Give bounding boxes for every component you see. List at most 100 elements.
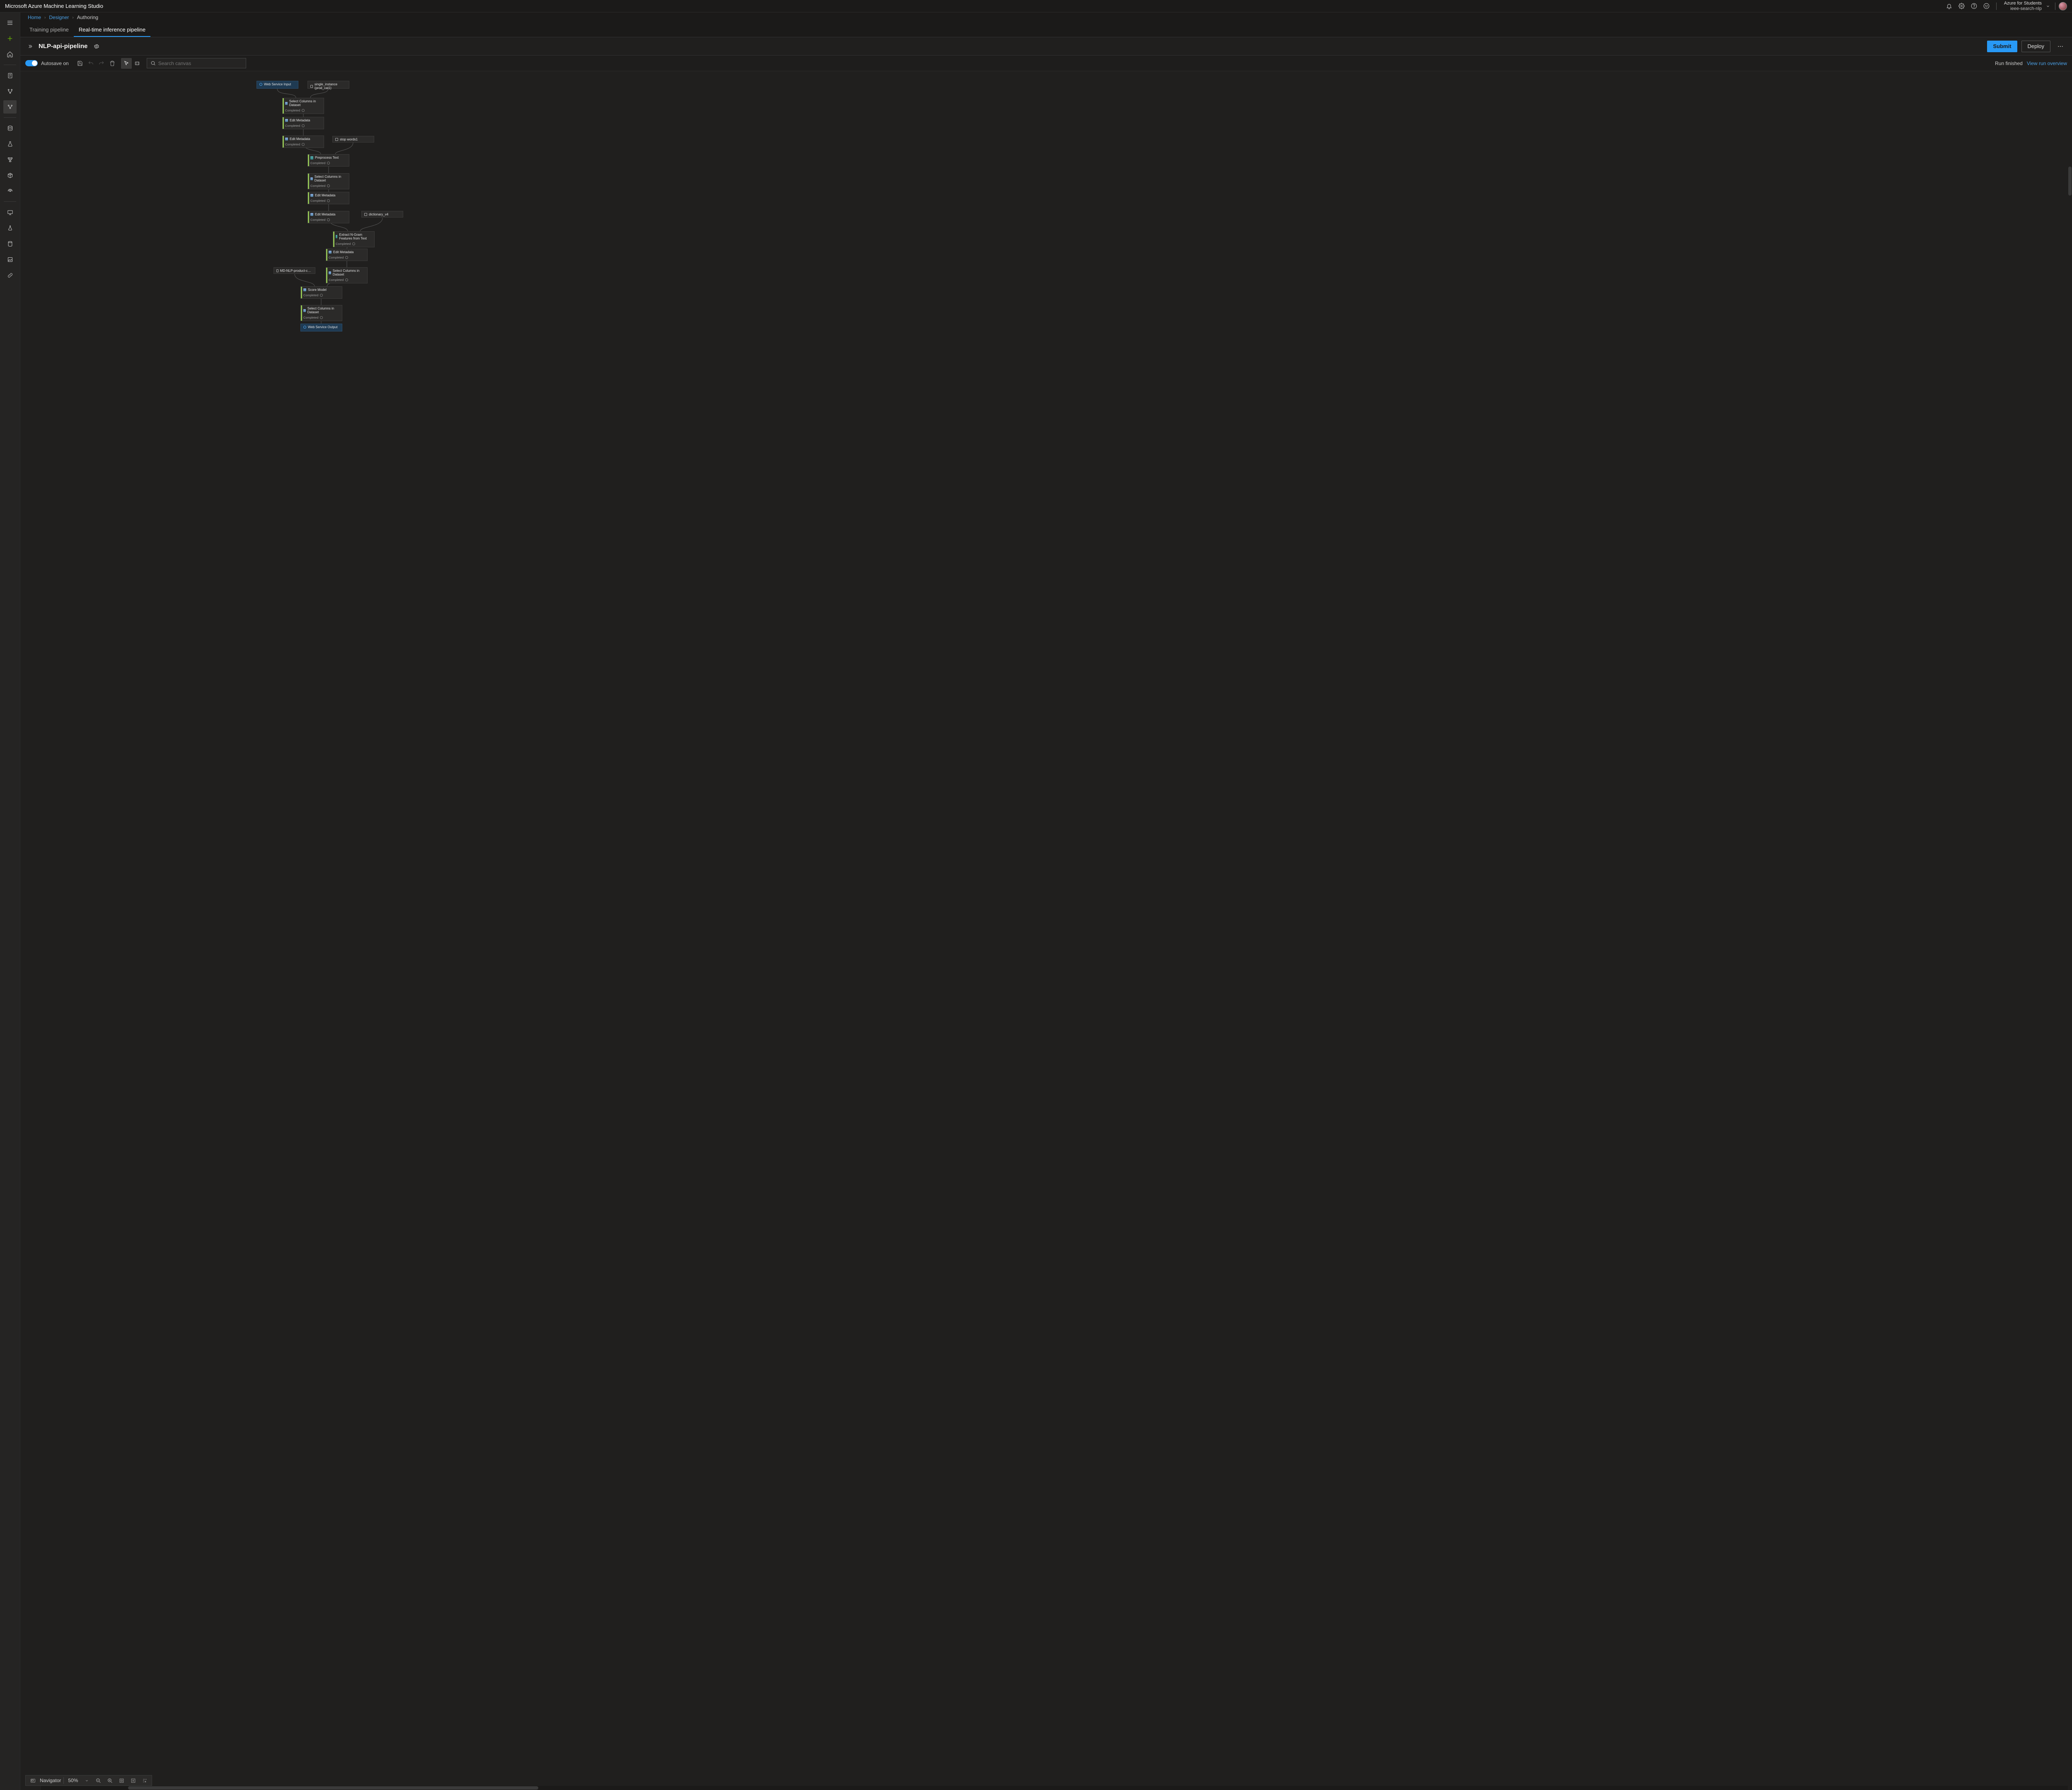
module-icon <box>285 102 288 105</box>
navigator-label: Navigator <box>40 1778 61 1783</box>
clock-icon <box>345 278 348 281</box>
view-run-overview-link[interactable]: View run overview <box>2027 60 2067 66</box>
node-dictionary[interactable]: dictionary_v4 <box>361 211 403 218</box>
clock-icon <box>327 162 330 164</box>
submit-button[interactable]: Submit <box>1987 41 2017 52</box>
delete-icon[interactable] <box>107 58 118 69</box>
file-icon <box>335 138 338 141</box>
clock-icon <box>302 124 305 127</box>
node-md-model[interactable]: MD-NLP-product-cat-pipeline-Train_Mo... <box>274 267 315 274</box>
search-input[interactable] <box>158 60 242 66</box>
navigator-icon[interactable] <box>28 1776 37 1785</box>
designer-icon[interactable] <box>3 100 17 114</box>
avatar[interactable] <box>2059 2 2067 10</box>
vertical-scrollbar[interactable] <box>2068 71 2072 1786</box>
actual-size-icon[interactable] <box>128 1776 138 1785</box>
zoom-chevron-icon[interactable] <box>82 1776 91 1785</box>
globe-icon <box>303 326 306 329</box>
settings-icon[interactable] <box>1956 0 1968 12</box>
node-select-columns-2[interactable]: Select Columns in Dataset Completed <box>307 173 349 189</box>
horizontal-scrollbar[interactable] <box>41 1786 2068 1790</box>
clock-icon <box>327 218 330 221</box>
node-edit-metadata-3[interactable]: Edit Metadata Completed <box>307 192 349 204</box>
node-score-model[interactable]: Score Model Completed <box>300 286 342 299</box>
more-actions-icon[interactable] <box>2055 41 2066 52</box>
endpoints-icon[interactable] <box>3 184 17 198</box>
save-icon[interactable] <box>75 58 85 69</box>
experiments-icon[interactable] <box>3 137 17 150</box>
environments-icon[interactable] <box>3 221 17 235</box>
clock-icon <box>302 109 305 112</box>
autosave-toggle[interactable] <box>25 60 38 66</box>
node-edit-metadata-5[interactable]: Edit Metadata Completed <box>326 249 368 261</box>
breadcrumb-designer[interactable]: Designer <box>49 15 69 20</box>
pipeline-settings-icon[interactable] <box>92 41 102 51</box>
clock-icon <box>327 199 330 202</box>
module-icon <box>329 271 331 274</box>
node-select-columns-4[interactable]: Select Columns in Dataset Completed <box>300 305 342 321</box>
menu-icon[interactable] <box>3 16 17 29</box>
tab-training[interactable]: Training pipeline <box>24 23 74 37</box>
data-labeling-icon[interactable] <box>3 253 17 266</box>
node-edit-metadata-2[interactable]: Edit Metadata Completed <box>282 135 324 148</box>
module-icon <box>303 309 306 312</box>
node-web-input[interactable]: Web Service Input <box>257 81 298 89</box>
expand-panel-icon[interactable] <box>26 41 36 51</box>
datastores-icon[interactable] <box>3 237 17 250</box>
automl-icon[interactable] <box>3 85 17 98</box>
navigator-bar: Navigator 50% <box>25 1775 152 1786</box>
chevron-right-icon: › <box>44 15 46 20</box>
zoom-in-icon[interactable] <box>105 1776 114 1785</box>
subscription-name: Azure for Students <box>2004 1 2042 6</box>
models-icon[interactable] <box>3 169 17 182</box>
clock-icon <box>320 294 323 297</box>
workspace-name: ieee-search-nlp <box>2010 6 2042 11</box>
node-single-instance[interactable]: single_instance (prod_cat1) <box>307 81 349 89</box>
node-edit-metadata-4[interactable]: Edit Metadata Completed <box>307 211 349 223</box>
node-select-columns-1[interactable]: Select Columns in Dataset Completed <box>282 98 324 114</box>
search-canvas[interactable] <box>147 58 246 68</box>
account-info[interactable]: Azure for Students ieee-search-nlp <box>2000 1 2044 11</box>
select-tool-icon[interactable] <box>121 58 132 69</box>
globe-icon <box>259 83 262 86</box>
node-select-columns-3[interactable]: Select Columns in Dataset Completed <box>326 267 368 283</box>
module-icon <box>310 177 313 180</box>
notebooks-icon[interactable] <box>3 69 17 82</box>
pipelines-icon[interactable] <box>3 153 17 166</box>
clock-icon <box>320 316 323 319</box>
help-icon[interactable] <box>1968 0 1980 12</box>
home-icon[interactable] <box>3 48 17 61</box>
compute-icon[interactable] <box>3 206 17 219</box>
notifications-icon[interactable] <box>1943 0 1956 12</box>
deploy-button[interactable]: Deploy <box>2021 41 2050 52</box>
module-icon <box>285 119 288 122</box>
tab-realtime[interactable]: Real-time inference pipeline <box>74 23 150 37</box>
feedback-icon[interactable] <box>1980 0 1993 12</box>
module-icon <box>310 194 313 197</box>
datasets-icon[interactable] <box>3 121 17 135</box>
pipeline-title-bar: NLP-api-pipeline Submit Deploy <box>20 37 2072 56</box>
zoom-out-icon[interactable] <box>94 1776 103 1785</box>
auto-layout-icon[interactable] <box>140 1776 149 1785</box>
clock-icon <box>302 143 305 146</box>
node-preprocess-text[interactable]: Preprocess Text Completed <box>307 154 349 167</box>
clock-icon <box>327 184 330 187</box>
linked-services-icon[interactable] <box>3 268 17 282</box>
file-icon <box>276 269 278 272</box>
fit-to-screen-icon[interactable] <box>117 1776 126 1785</box>
node-edit-metadata-1[interactable]: Edit Metadata Completed <box>282 117 324 129</box>
canvas[interactable]: Web Service Input single_instance (prod_… <box>20 71 2072 1790</box>
module-icon <box>329 251 332 254</box>
file-icon <box>364 213 367 216</box>
node-extract-ngram[interactable]: Extract N-Gram Features from Text Comple… <box>333 231 375 247</box>
workspace-chevron-icon[interactable] <box>2044 4 2052 8</box>
breadcrumb-current: Authoring <box>77 15 98 20</box>
breadcrumb-home[interactable]: Home <box>28 15 41 20</box>
node-stop-words[interactable]: stop words1 <box>332 136 374 143</box>
undo-icon <box>85 58 96 69</box>
node-web-output[interactable]: Web Service Output <box>300 324 342 331</box>
pan-tool-icon[interactable] <box>132 58 143 69</box>
clock-icon <box>352 242 355 245</box>
add-icon[interactable] <box>3 32 17 45</box>
top-header: Microsoft Azure Machine Learning Studio … <box>0 0 2072 12</box>
